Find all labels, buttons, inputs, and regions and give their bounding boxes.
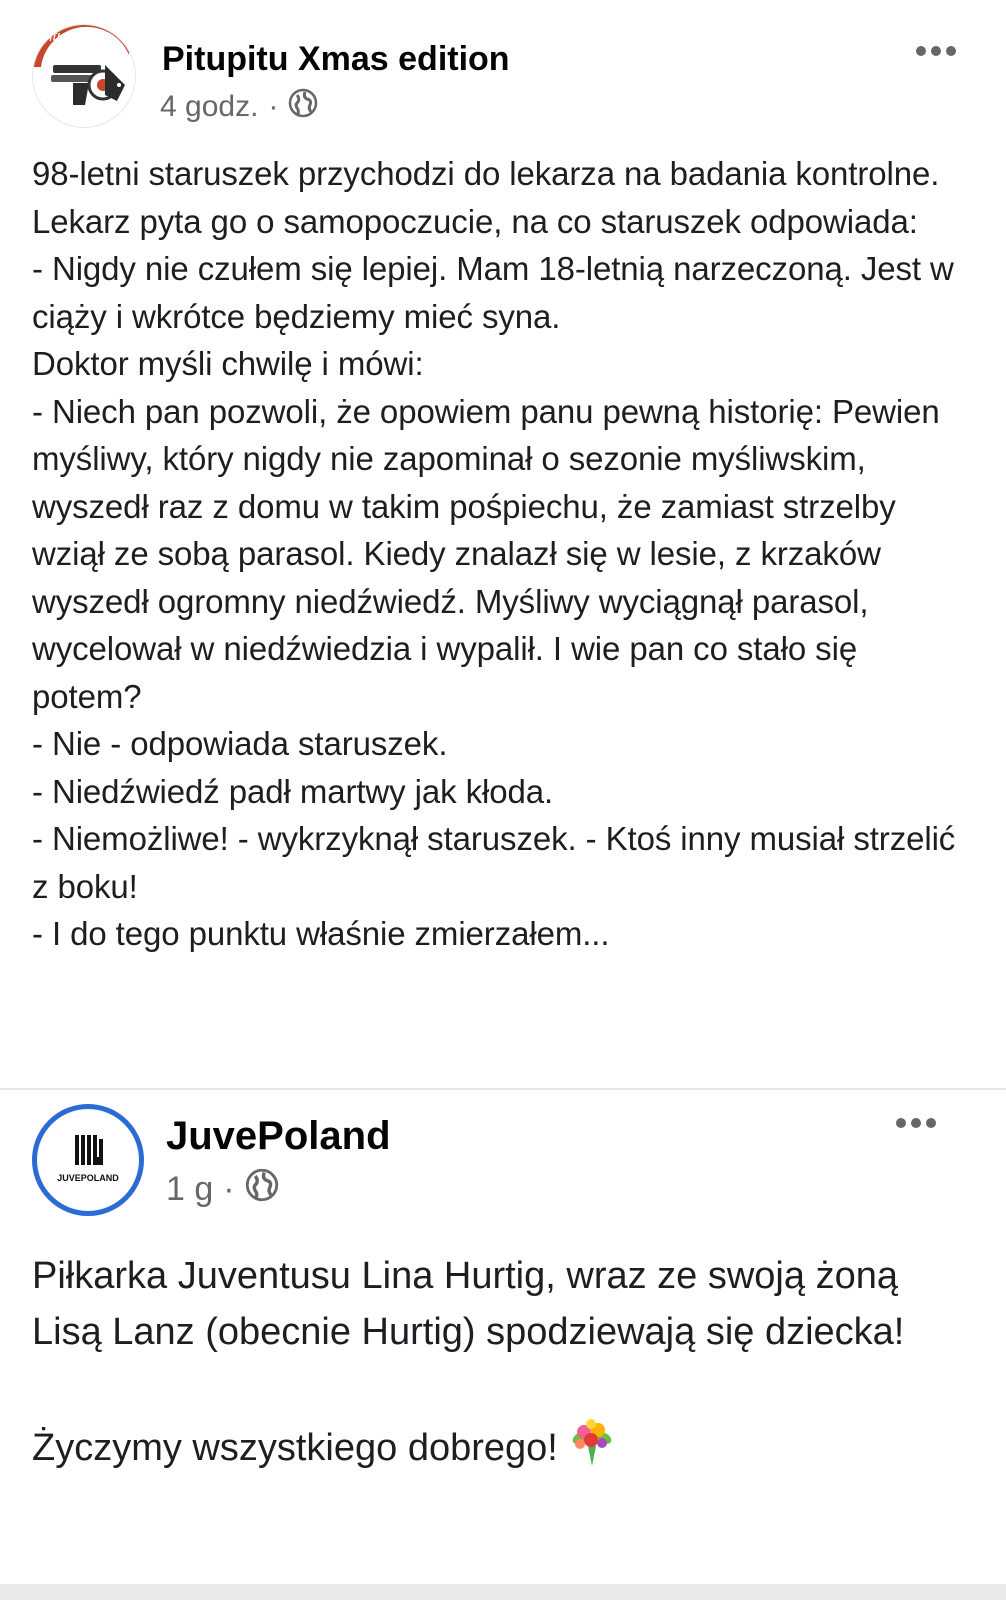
post-meta: 4 godz. · bbox=[160, 88, 318, 126]
feed-post: pitupitu Pitupitu Xmas edition 4 godz. ·… bbox=[0, 0, 1006, 1090]
bouquet-icon bbox=[566, 1416, 618, 1484]
post-text-content: Piłkarka Juventusu Lina Hurtig, wraz ze … bbox=[32, 1255, 905, 1470]
meta-separator: · bbox=[268, 90, 279, 123]
post-timestamp[interactable]: 1 g bbox=[166, 1170, 213, 1209]
meta-separator: · bbox=[223, 1170, 235, 1208]
globe-icon bbox=[288, 88, 318, 126]
svg-text:JUVEPOLAND: JUVEPOLAND bbox=[57, 1173, 119, 1183]
more-options-icon[interactable] bbox=[916, 46, 956, 56]
pitupitu-logo: pitupitu bbox=[33, 25, 129, 105]
page-avatar[interactable]: pitupitu bbox=[32, 24, 136, 128]
post-text: 98-letni staruszek przychodzi do lekarza… bbox=[32, 155, 956, 952]
juvepoland-logo: JUVEPOLAND bbox=[57, 1135, 119, 1183]
page-avatar[interactable]: JUVEPOLAND bbox=[32, 1104, 144, 1216]
post-timestamp[interactable]: 4 godz. bbox=[160, 90, 258, 124]
feed-post: JUVEPOLAND JuvePoland 1 g · Piłkarka Juv… bbox=[0, 1092, 1006, 1582]
post-text: Piłkarka Juventusu Lina Hurtig, wraz ze … bbox=[32, 1248, 972, 1484]
more-options-icon[interactable] bbox=[896, 1118, 936, 1128]
globe-icon bbox=[245, 1168, 279, 1211]
post-meta: 1 g · bbox=[166, 1168, 279, 1211]
feed-bottom-divider bbox=[0, 1584, 1006, 1600]
post-divider bbox=[0, 1088, 1006, 1090]
post-author[interactable]: Pitupitu Xmas edition bbox=[162, 40, 510, 79]
post-author[interactable]: JuvePoland bbox=[166, 1114, 391, 1159]
svg-text:pitupitu: pitupitu bbox=[40, 28, 90, 45]
